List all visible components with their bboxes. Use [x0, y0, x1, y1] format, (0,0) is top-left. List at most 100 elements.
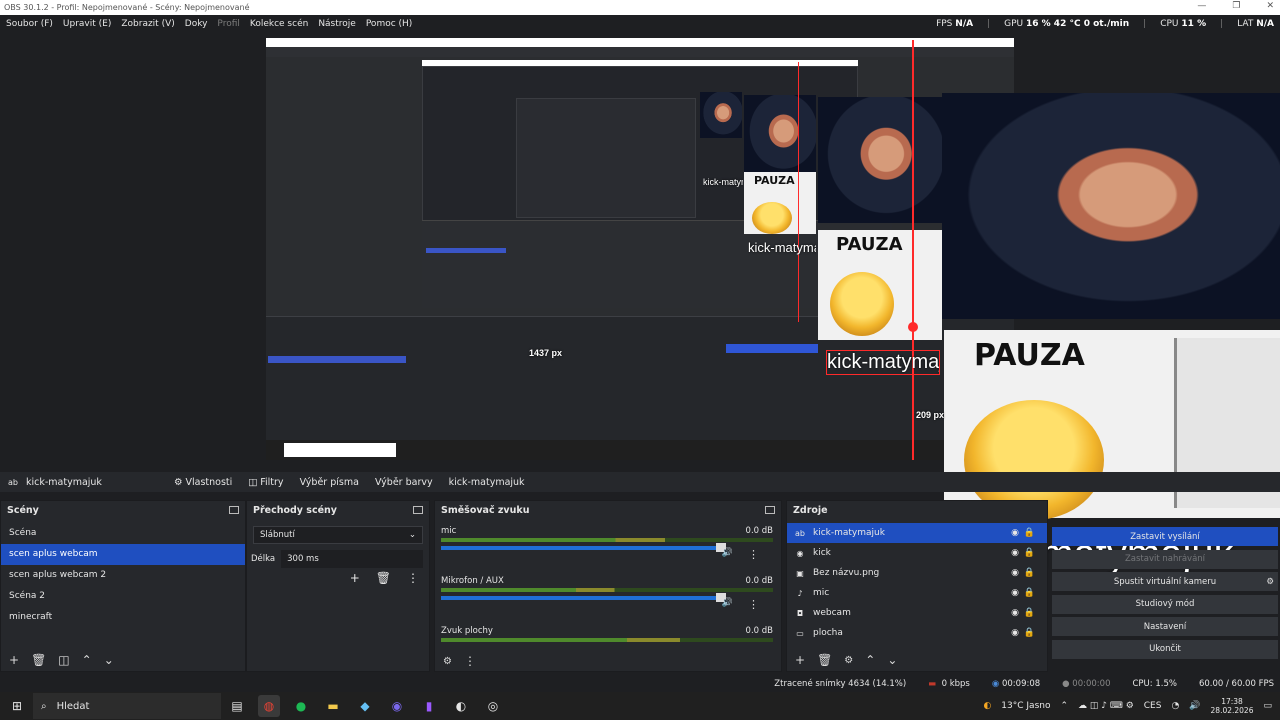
scene-item[interactable]: minecraft [1, 607, 245, 628]
scene-item-selected[interactable]: scen aplus webcam [1, 544, 245, 565]
menu-profile[interactable]: Profil [217, 19, 239, 29]
scene-item[interactable]: Scéna 2 [1, 586, 245, 607]
volume-slider[interactable] [441, 543, 726, 552]
font-select-button[interactable]: Výběr písma [292, 472, 367, 492]
menu-tools[interactable]: Nástroje [318, 19, 356, 29]
menu-docks[interactable]: Doky [185, 19, 208, 29]
text-source-icon: ab [8, 477, 18, 487]
speaker-icon[interactable]: 🔊 [722, 598, 733, 608]
chrome-icon[interactable]: ◍ [258, 695, 280, 717]
spotify-icon[interactable]: ● [290, 695, 312, 717]
stop-recording-button[interactable]: Zastavit nahrávání [1052, 549, 1278, 569]
properties-button[interactable]: ⚙ Vlastnosti [166, 472, 240, 492]
steam-icon[interactable]: ◆ [354, 695, 376, 717]
gear-icon[interactable]: ⚙ [1266, 577, 1274, 587]
close-icon[interactable]: ✕ [1266, 1, 1274, 11]
nested-menu-bar [266, 47, 1014, 57]
chevron-down-icon[interactable]: ⌄ [887, 653, 897, 667]
notification-icon[interactable]: ▭ [1263, 701, 1272, 711]
gear-icon[interactable]: ⚙ [443, 656, 452, 667]
folder-icon[interactable]: ▬ [322, 695, 344, 717]
taskbar-search[interactable]: ⌕ Hledat [33, 693, 221, 719]
trash-icon[interactable]: 🗑 [31, 653, 46, 667]
lock-icon[interactable]: 🔒 [1024, 568, 1035, 578]
obs-icon[interactable]: ◎ [482, 695, 504, 717]
windows-start-icon[interactable]: ⊞ [6, 695, 28, 717]
eye-icon[interactable]: ◉ [1011, 628, 1019, 638]
resize-handle[interactable] [908, 322, 918, 332]
mixer-channel: Zvuk plochy 0.0 dB [441, 626, 773, 642]
capcut-icon[interactable]: ◐ [450, 695, 472, 717]
display-source-icon: ▭ [796, 628, 804, 638]
chevron-up-icon[interactable]: ⌃ [82, 653, 92, 667]
duration-input[interactable]: 300 ms [281, 550, 423, 568]
minimize-icon[interactable]: — [1197, 1, 1206, 11]
more-icon[interactable]: ⋮ [464, 654, 476, 668]
stop-streaming-button[interactable]: Zastavit vysílání [1052, 527, 1278, 546]
more-icon[interactable]: ⋮ [407, 571, 419, 585]
eye-icon[interactable]: ◉ [1011, 548, 1019, 558]
add-icon[interactable]: + [795, 653, 805, 667]
eye-icon[interactable]: ◉ [1011, 568, 1019, 578]
trash-icon[interactable]: 🗑 [376, 571, 391, 585]
menu-view[interactable]: Zobrazit (V) [121, 19, 174, 29]
source-item[interactable]: ▭ plocha ◉ 🔒 [787, 623, 1047, 643]
transition-select[interactable]: Slábnutí ⌄ [253, 526, 423, 544]
app-icon[interactable]: ▮ [418, 695, 440, 717]
clock[interactable]: 17:38 28.02.2026 [1211, 697, 1254, 715]
kick-text-overlay-2[interactable]: kick-matymajuk [826, 350, 940, 375]
source-item[interactable]: ♪ mic ◉ 🔒 [787, 583, 1047, 603]
chevron-up-icon[interactable]: ⌃ [1060, 701, 1068, 711]
maximize-icon[interactable]: ❐ [1232, 1, 1240, 11]
volume-icon[interactable]: 🔊 [1189, 701, 1200, 711]
eye-icon[interactable]: ◉ [1011, 528, 1019, 538]
volume-slider[interactable] [441, 593, 726, 602]
fps-value: N/A [955, 18, 974, 29]
filters-button[interactable]: ◫ Filtry [240, 472, 291, 492]
chevron-up-icon[interactable]: ⌃ [865, 653, 875, 667]
text-value[interactable]: kick-matymajuk [441, 472, 533, 492]
lock-icon[interactable]: 🔒 [1024, 528, 1035, 538]
gear-icon[interactable]: ⚙ [844, 655, 853, 666]
exit-button[interactable]: Ukončit [1052, 639, 1278, 659]
source-item-selected[interactable]: ab kick-matymajuk ◉ 🔒 [787, 523, 1047, 543]
menu-edit[interactable]: Upravit (E) [63, 19, 111, 29]
settings-button[interactable]: Nastavení [1052, 617, 1278, 636]
chevron-down-icon[interactable]: ⌄ [104, 653, 114, 667]
studio-mode-button[interactable]: Studiový mód [1052, 594, 1278, 614]
float-icon[interactable] [765, 506, 775, 514]
float-icon[interactable] [413, 506, 423, 514]
eye-icon[interactable]: ◉ [1011, 588, 1019, 598]
lock-icon[interactable]: 🔒 [1024, 548, 1035, 558]
weather-text[interactable]: 13°C Jasno [1001, 701, 1050, 711]
lock-icon[interactable]: 🔒 [1024, 588, 1035, 598]
scene-item[interactable]: scen aplus webcam 2 [1, 565, 245, 586]
add-icon[interactable]: + [350, 571, 360, 585]
webcam-image-2 [818, 97, 942, 223]
more-icon[interactable]: ⋮ [748, 548, 759, 561]
transitions-dock: Přechody scény Slábnutí ⌄ Délka 300 ms + … [246, 500, 430, 672]
speaker-icon[interactable]: 🔊 [722, 548, 733, 558]
source-item[interactable]: ◘ webcam ◉ 🔒 [787, 603, 1047, 623]
discord-icon[interactable]: ◉ [386, 695, 408, 717]
task-view-icon[interactable]: ▤ [226, 695, 248, 717]
virtual-camera-button[interactable]: Spustit virtuální kameru ⚙ [1052, 572, 1278, 591]
color-select-button[interactable]: Výběr barvy [367, 472, 441, 492]
float-icon[interactable] [229, 506, 239, 514]
trash-icon[interactable]: 🗑 [817, 653, 832, 667]
source-item[interactable]: ◉ kick ◉ 🔒 [787, 543, 1047, 563]
menu-help[interactable]: Pomoc (H) [366, 19, 413, 29]
eye-icon[interactable]: ◉ [1011, 608, 1019, 618]
menu-file[interactable]: Soubor (F) [6, 19, 53, 29]
tray-icons[interactable]: ☁ ◫ ♪ ⌨ ⚙ [1078, 701, 1134, 711]
add-icon[interactable]: + [9, 653, 19, 667]
filter-icon[interactable]: ◫ [58, 653, 69, 667]
source-item[interactable]: ▣ Bez názvu.png ◉ 🔒 [787, 563, 1047, 583]
scene-item[interactable]: Scéna [1, 523, 245, 544]
lock-icon[interactable]: 🔒 [1024, 608, 1035, 618]
menu-scene-collection[interactable]: Kolekce scén [250, 19, 308, 29]
language-indicator[interactable]: CES [1144, 701, 1162, 711]
wifi-icon[interactable]: ◔ [1171, 701, 1179, 711]
lock-icon[interactable]: 🔒 [1024, 628, 1035, 638]
more-icon[interactable]: ⋮ [748, 598, 759, 611]
